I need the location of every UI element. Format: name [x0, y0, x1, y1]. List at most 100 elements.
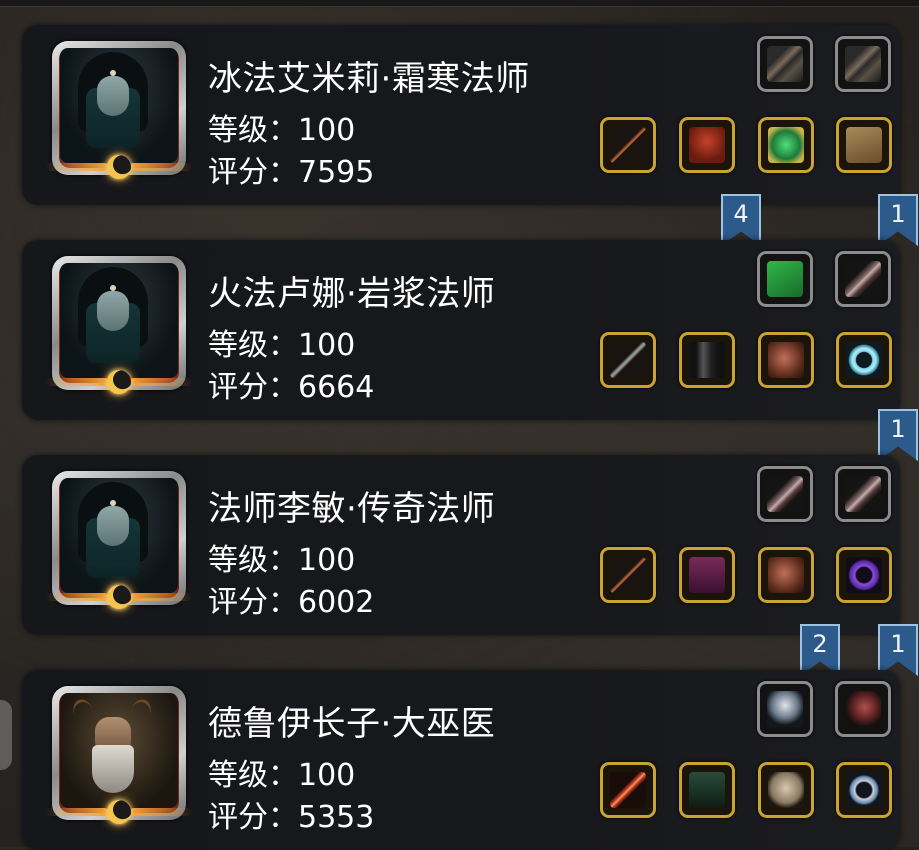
hooded-mage-portrait[interactable] — [46, 41, 192, 179]
equipment-slot[interactable] — [600, 117, 656, 173]
count-badge: 1 — [878, 409, 918, 461]
character-card[interactable]: 火法卢娜·岩浆法师 等级：100 评分：6664 — [22, 240, 900, 420]
equipment-slot[interactable] — [835, 681, 891, 737]
portrait-wing-left — [46, 378, 108, 386]
flame-staff-icon — [610, 772, 646, 808]
hooded-mage-portrait[interactable] — [46, 256, 192, 394]
pauldron-icon — [768, 342, 804, 378]
equipment-slot[interactable] — [757, 36, 813, 92]
dark-glove-icon — [845, 46, 881, 82]
green-spellbook-icon — [767, 261, 803, 297]
character-score: 评分：5353 — [208, 792, 374, 836]
badge-count: 2 — [812, 630, 828, 658]
equipment-slot[interactable] — [758, 117, 814, 173]
equipment-slot[interactable] — [679, 762, 735, 818]
level-label: 等级： — [208, 543, 298, 578]
equipment-slot[interactable] — [679, 547, 735, 603]
score-label: 评分： — [208, 370, 298, 405]
equipment-slot[interactable] — [600, 762, 656, 818]
character-card[interactable]: 法师李敏·传奇法师 等级：100 评分：6002 — [22, 455, 900, 635]
side-scroll-handle[interactable] — [0, 700, 12, 770]
crescent-moon-icon — [107, 155, 131, 179]
score-label: 评分： — [208, 155, 298, 190]
frost-ring-icon — [846, 342, 882, 378]
level-label: 等级： — [208, 758, 298, 793]
dark-glove-icon — [767, 46, 803, 82]
equipment-slot[interactable] — [757, 681, 813, 737]
level-value: 100 — [298, 328, 356, 363]
equipment-slot[interactable] — [836, 762, 892, 818]
level-value: 100 — [298, 543, 356, 578]
portrait-art — [60, 263, 178, 378]
portrait-art — [60, 693, 178, 808]
portrait-art — [60, 48, 178, 163]
silver-emblem-icon — [767, 691, 803, 727]
equipment-slot[interactable] — [836, 547, 892, 603]
portrait-wing-left — [46, 593, 108, 601]
equipment-slot[interactable] — [758, 547, 814, 603]
count-badge: 1 — [878, 624, 918, 676]
equipment-slot[interactable] — [835, 251, 891, 307]
score-value: 6002 — [298, 585, 375, 620]
crescent-moon-icon — [107, 800, 131, 824]
count-badge: 2 — [800, 624, 840, 676]
character-name: 德鲁伊长子·大巫医 — [208, 704, 496, 744]
top-divider — [0, 0, 919, 7]
badge-count: 4 — [733, 200, 749, 228]
equipment-slot[interactable] — [758, 762, 814, 818]
count-badge: 4 — [721, 194, 761, 246]
hooded-mage-portrait[interactable] — [46, 471, 192, 609]
level-label: 等级： — [208, 328, 298, 363]
equipment-slot[interactable] — [836, 332, 892, 388]
character-score: 评分：6002 — [208, 577, 374, 621]
crescent-moon-icon — [107, 370, 131, 394]
portrait-wing-left — [46, 163, 108, 171]
character-level: 等级：100 — [208, 320, 355, 364]
score-value: 5353 — [298, 800, 375, 835]
score-label: 评分： — [208, 585, 298, 620]
crescent-moon-icon — [107, 585, 131, 609]
portrait-wing-right — [130, 378, 192, 386]
character-level: 等级：100 — [208, 750, 355, 794]
level-value: 100 — [298, 758, 356, 793]
purple-robe-icon — [689, 557, 725, 593]
score-value: 7595 — [298, 155, 375, 190]
wand-icon — [610, 342, 646, 378]
character-score: 评分：7595 — [208, 147, 374, 191]
level-value: 100 — [298, 113, 356, 148]
character-card[interactable]: 冰法艾米莉·霜寒法师 等级：100 评分：7595 — [22, 25, 900, 205]
equipment-slot[interactable] — [757, 251, 813, 307]
character-name: 冰法艾米莉·霜寒法师 — [208, 59, 530, 99]
horn-icon — [845, 691, 881, 727]
count-badge: 1 — [878, 194, 918, 246]
character-name: 法师李敏·传奇法师 — [208, 489, 496, 529]
green-gem-icon — [768, 127, 804, 163]
equipment-slot[interactable] — [758, 332, 814, 388]
druid-elder-portrait[interactable] — [46, 686, 192, 824]
character-card[interactable]: 德鲁伊长子·大巫医 等级：100 评分：5353 — [22, 670, 900, 850]
equipment-slot[interactable] — [835, 466, 891, 522]
skull-mask-icon — [768, 772, 804, 808]
character-level: 等级：100 — [208, 535, 355, 579]
black-robe-icon — [689, 342, 725, 378]
character-score: 评分：6664 — [208, 362, 374, 406]
equipment-slot[interactable] — [600, 332, 656, 388]
sapphire-ring-icon — [846, 772, 882, 808]
equipment-slot[interactable] — [836, 117, 892, 173]
pauldron-icon — [768, 557, 804, 593]
equipment-slot[interactable] — [835, 36, 891, 92]
scroll-icon — [846, 127, 882, 163]
staff-icon — [610, 127, 646, 163]
equipment-slot[interactable] — [600, 547, 656, 603]
portrait-wing-right — [130, 808, 192, 816]
badge-count: 1 — [890, 630, 906, 658]
equipment-slot[interactable] — [679, 332, 735, 388]
equipment-slot[interactable] — [757, 466, 813, 522]
equipment-slot[interactable] — [679, 117, 735, 173]
portrait-wing-right — [130, 593, 192, 601]
feather-icon — [845, 261, 881, 297]
portrait-wing-left — [46, 808, 108, 816]
staff-icon — [610, 557, 646, 593]
score-label: 评分： — [208, 800, 298, 835]
feather-icon — [767, 476, 803, 512]
